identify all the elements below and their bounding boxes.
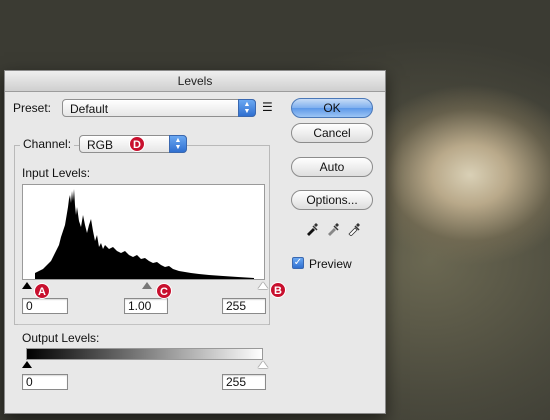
stepper-icon: ▲ ▼: [238, 99, 256, 117]
auto-button[interactable]: Auto: [291, 157, 373, 177]
cancel-button[interactable]: Cancel: [291, 123, 373, 143]
output-gradient-bar: [26, 348, 263, 360]
preset-value: Default: [70, 102, 109, 116]
input-levels-label: Input Levels:: [22, 166, 91, 180]
output-white-field[interactable]: 255: [222, 374, 266, 390]
white-eyedropper-icon[interactable]: [347, 222, 361, 239]
output-black-slider[interactable]: [22, 361, 32, 368]
options-button[interactable]: Options...: [291, 190, 373, 210]
callout-d: D: [129, 136, 145, 152]
histogram: [22, 184, 265, 280]
callout-a: A: [34, 283, 50, 299]
output-black-field[interactable]: 0: [22, 374, 68, 390]
section-divider: [18, 324, 268, 325]
preset-label: Preset:: [13, 101, 52, 115]
output-levels-label: Output Levels:: [22, 331, 100, 345]
dialog-title: Levels: [5, 71, 385, 92]
input-black-slider[interactable]: [22, 282, 32, 289]
list-icon[interactable]: ☰: [262, 100, 273, 114]
input-gamma-field[interactable]: 1.00: [124, 298, 168, 314]
callout-b: B: [270, 282, 286, 298]
ok-button[interactable]: OK: [291, 98, 373, 118]
callout-c: C: [156, 283, 172, 299]
output-white-slider[interactable]: [258, 361, 268, 368]
channel-label: Channel:: [20, 137, 75, 151]
input-black-field[interactable]: 0: [22, 298, 68, 314]
preview-checkbox[interactable]: ✓: [292, 257, 304, 269]
input-gamma-slider[interactable]: [142, 282, 152, 289]
preview-label: Preview: [309, 257, 352, 271]
black-eyedropper-icon[interactable]: [305, 222, 319, 239]
gray-eyedropper-icon[interactable]: [326, 222, 340, 239]
input-white-slider[interactable]: [258, 282, 268, 289]
input-white-field[interactable]: 255: [222, 298, 266, 314]
histogram-graph: [35, 189, 254, 279]
stepper-icon: ▲ ▼: [169, 135, 187, 153]
channel-value: RGB: [87, 138, 114, 152]
preset-select[interactable]: Default ▲ ▼: [62, 99, 256, 117]
